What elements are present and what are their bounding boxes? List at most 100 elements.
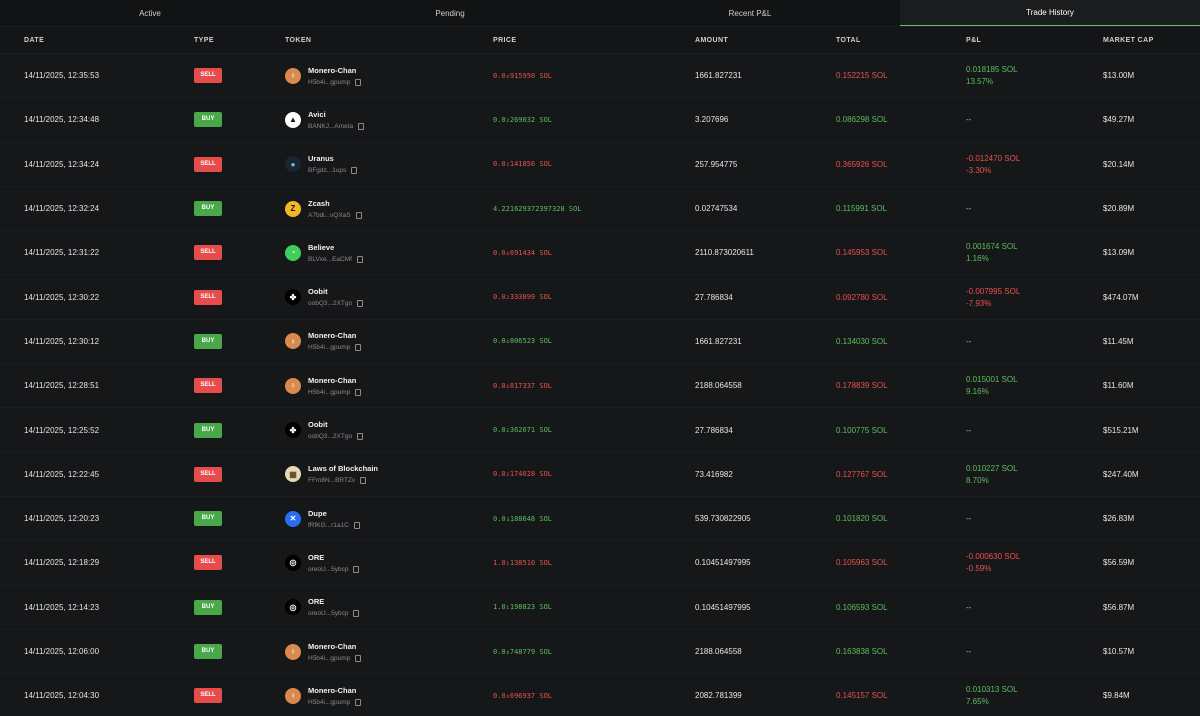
market-cap: $20.89M — [1103, 204, 1135, 214]
token-name[interactable]: Monero-Chan — [308, 686, 361, 695]
pnl-cell: 0.010313 SOL 7.65% — [966, 685, 1103, 706]
token-name[interactable]: Oobit — [308, 287, 363, 296]
table-row[interactable]: 14/11/2025, 12:22:45 SELL ▦ Laws of Blockch… — [0, 453, 1200, 497]
token-name[interactable]: Uranus — [308, 154, 357, 163]
pnl-sol: -- — [966, 336, 972, 346]
table-row[interactable]: 14/11/2025, 12:04:30 SELL ♀ Monero-Chan H5b4… — [0, 674, 1200, 716]
trade-type-badge[interactable]: BUY — [194, 511, 222, 527]
table-row[interactable]: 14/11/2025, 12:18:29 SELL ◎ ORE oreoU...5ybc… — [0, 541, 1200, 586]
table-row[interactable]: 14/11/2025, 12:32:24 BUY Z Zcash A7bdi...vQX… — [0, 187, 1200, 232]
table-row[interactable]: 14/11/2025, 12:14:23 BUY ◎ ORE oreoU...5ybcp… — [0, 586, 1200, 630]
oobit-icon: ✤ — [285, 422, 301, 439]
copy-icon[interactable] — [357, 300, 364, 308]
trade-price: 0.0₃188648 SOL — [493, 514, 553, 523]
pnl-sol: 0.010313 SOL — [966, 685, 1018, 695]
tab-recent-pnl[interactable]: Recent P&L — [600, 0, 900, 26]
pnl-cell: -0.007995 SOL -7.93% — [966, 287, 1103, 308]
trade-date: 14/11/2025, 12:28:51 — [24, 381, 100, 391]
column-header-token[interactable]: TOKEN — [285, 37, 493, 44]
trade-type-badge[interactable]: SELL — [194, 156, 222, 172]
token-name[interactable]: Dupe — [308, 509, 360, 518]
column-header-date[interactable]: DATE — [0, 37, 194, 44]
ore-icon: ◎ — [285, 599, 301, 616]
trade-date: 14/11/2025, 12:34:48 — [24, 115, 100, 125]
trade-type-badge[interactable]: BUY — [194, 112, 222, 128]
trade-type-badge[interactable]: SELL — [194, 289, 222, 305]
trade-type-badge[interactable]: SELL — [194, 68, 222, 84]
copy-icon[interactable] — [355, 78, 362, 86]
market-cap: $13.09M — [1103, 248, 1135, 258]
table-row[interactable]: 14/11/2025, 12:28:51 SELL ♀ Monero-Chan H5b4… — [0, 364, 1200, 409]
token-name[interactable]: Avici — [308, 110, 364, 119]
trade-type-badge[interactable]: BUY — [194, 201, 222, 217]
token-name[interactable]: Believe — [308, 243, 363, 252]
table-row[interactable]: 14/11/2025, 12:06:00 BUY ♀ Monero-Chan H5b4i… — [0, 630, 1200, 675]
column-header-price[interactable]: PRICE — [493, 37, 695, 44]
market-cap: $474.07M — [1103, 292, 1139, 302]
token-name[interactable]: Oobit — [308, 420, 363, 429]
table-row[interactable]: 14/11/2025, 12:31:22 SELL ◔ Believe BLVxe...… — [0, 231, 1200, 276]
copy-icon[interactable] — [357, 433, 364, 441]
copy-icon[interactable] — [355, 211, 362, 219]
token-name[interactable]: Monero-Chan — [308, 331, 361, 340]
token-address: H5b4i...gpump — [308, 654, 351, 662]
token-name[interactable]: ORE — [308, 553, 359, 562]
tab-trade-history[interactable]: Trade History — [900, 0, 1200, 26]
trade-type-badge[interactable]: SELL — [194, 245, 222, 261]
trade-type-badge[interactable]: SELL — [194, 688, 222, 704]
trade-type-badge[interactable]: SELL — [194, 466, 222, 482]
copy-icon[interactable] — [355, 698, 362, 706]
token-cell: ◎ ORE oreoU...5ybcp — [285, 553, 493, 573]
trade-type-badge[interactable]: BUY — [194, 599, 222, 615]
trade-type-badge[interactable]: BUY — [194, 333, 222, 349]
copy-icon[interactable] — [353, 610, 360, 618]
table-row[interactable]: 14/11/2025, 12:30:22 SELL ✤ Oobit oobQ3...2X… — [0, 275, 1200, 320]
copy-icon[interactable] — [353, 565, 360, 573]
token-name[interactable]: ORE — [308, 597, 359, 606]
token-name[interactable]: Monero-Chan — [308, 376, 361, 385]
tab-active[interactable]: Active — [0, 0, 300, 26]
copy-icon[interactable] — [355, 654, 362, 662]
token-cell: ◎ ORE oreoU...5ybcp — [285, 597, 493, 618]
token-name[interactable]: Laws of Blockchain — [308, 464, 378, 473]
table-row[interactable]: 14/11/2025, 12:20:23 BUY ✕ Dupe fRfKG...r1a1… — [0, 497, 1200, 542]
token-name[interactable]: Monero-Chan — [308, 66, 361, 75]
trade-date: 14/11/2025, 12:22:45 — [24, 469, 100, 479]
trade-date: 14/11/2025, 12:34:24 — [24, 159, 100, 169]
token-name[interactable]: Zcash — [308, 199, 362, 208]
table-row[interactable]: 14/11/2025, 12:25:52 BUY ✤ Oobit oobQ3...2XT… — [0, 408, 1200, 453]
table-row[interactable]: 14/11/2025, 12:35:53 SELL ♀ Monero-Chan H5b4… — [0, 54, 1200, 99]
copy-icon[interactable] — [356, 255, 363, 263]
token-cell: ♀ Monero-Chan H5b4i...gpump — [285, 642, 493, 662]
table-row[interactable]: 14/11/2025, 12:30:12 BUY ♀ Monero-Chan H5b4i… — [0, 320, 1200, 365]
copy-icon[interactable] — [351, 167, 358, 175]
copy-icon[interactable] — [358, 122, 365, 130]
trade-type-badge[interactable]: SELL — [194, 378, 222, 394]
column-header-amount[interactable]: AMOUNT — [695, 37, 836, 44]
pnl-percent: -0.59% — [966, 564, 992, 574]
trade-amount: 539.730822905 — [695, 514, 751, 524]
table-row[interactable]: 14/11/2025, 12:34:48 BUY ▲ Avici BANKJ...Ame… — [0, 98, 1200, 143]
copy-icon[interactable] — [355, 344, 362, 352]
pnl-cell: -0.000630 SOL -0.59% — [966, 552, 1103, 573]
trade-price: 1.0₁138510 SOL — [493, 558, 553, 567]
copy-icon[interactable] — [355, 388, 362, 396]
token-cell: ▲ Avici BANKJ...Ameta — [285, 110, 493, 130]
column-header-pnl[interactable]: P&L — [966, 37, 1103, 44]
column-header-market-cap[interactable]: MARKET CAP — [1103, 37, 1200, 44]
pnl-cell: -- — [966, 514, 1103, 523]
tab-pending[interactable]: Pending — [300, 0, 600, 26]
token-cell: ✤ Oobit oobQ3...2XTgo — [285, 287, 493, 308]
column-header-type[interactable]: TYPE — [194, 37, 285, 44]
trade-price: 0.0₄915950 SOL — [493, 71, 553, 80]
trade-type-badge[interactable]: SELL — [194, 555, 222, 571]
token-name[interactable]: Monero-Chan — [308, 642, 361, 651]
trade-total: 0.145157 SOL — [836, 691, 888, 701]
copy-icon[interactable] — [360, 477, 367, 485]
table-row[interactable]: 14/11/2025, 12:34:24 SELL ● Uranus BFgdz...1… — [0, 143, 1200, 187]
column-header-total[interactable]: TOTAL — [836, 37, 966, 44]
trade-type-badge[interactable]: BUY — [194, 422, 222, 438]
copy-icon[interactable] — [353, 521, 360, 529]
trade-type-badge[interactable]: BUY — [194, 644, 222, 659]
market-cap: $26.83M — [1103, 514, 1135, 524]
